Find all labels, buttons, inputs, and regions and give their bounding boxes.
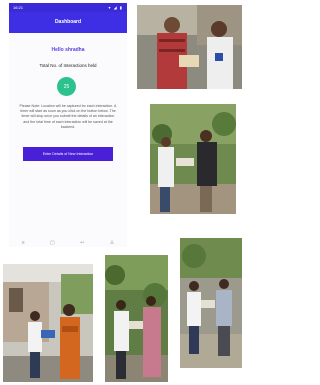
- status-icons: ▾ ◢ ▮: [108, 5, 123, 10]
- back-icon[interactable]: ↩: [80, 240, 84, 246]
- menu-icon[interactable]: ≡: [22, 240, 25, 246]
- app-bar: Dashboard: [9, 12, 127, 33]
- system-nav-bar: ≡ ▢ ↩ ♙: [9, 239, 127, 247]
- total-interactions-label: Total No. of Interactions held: [39, 63, 97, 68]
- page-title: Dashboard: [54, 19, 82, 25]
- greeting-text: Hello shradha: [51, 47, 85, 53]
- interaction-count-badge: 25: [57, 77, 76, 96]
- photo-interaction-5: [180, 238, 242, 368]
- phone-screenshot: 16:21 ▾ ◢ ▮ Dashboard Hello shradha Tota…: [9, 3, 127, 247]
- photo-interaction-1: [137, 5, 242, 89]
- enter-details-button[interactable]: Enter Details of New Interaction: [23, 147, 113, 161]
- location-note: Please Note: Location will be captured f…: [19, 104, 117, 129]
- status-bar: 16:21 ▾ ◢ ▮: [9, 3, 127, 12]
- person-icon[interactable]: ♙: [110, 240, 114, 246]
- photo-interaction-3: [3, 264, 93, 382]
- photo-interaction-4: [105, 255, 168, 382]
- photo-interaction-2: [150, 104, 236, 214]
- home-icon[interactable]: ▢: [50, 240, 55, 246]
- status-time: 16:21: [13, 5, 24, 10]
